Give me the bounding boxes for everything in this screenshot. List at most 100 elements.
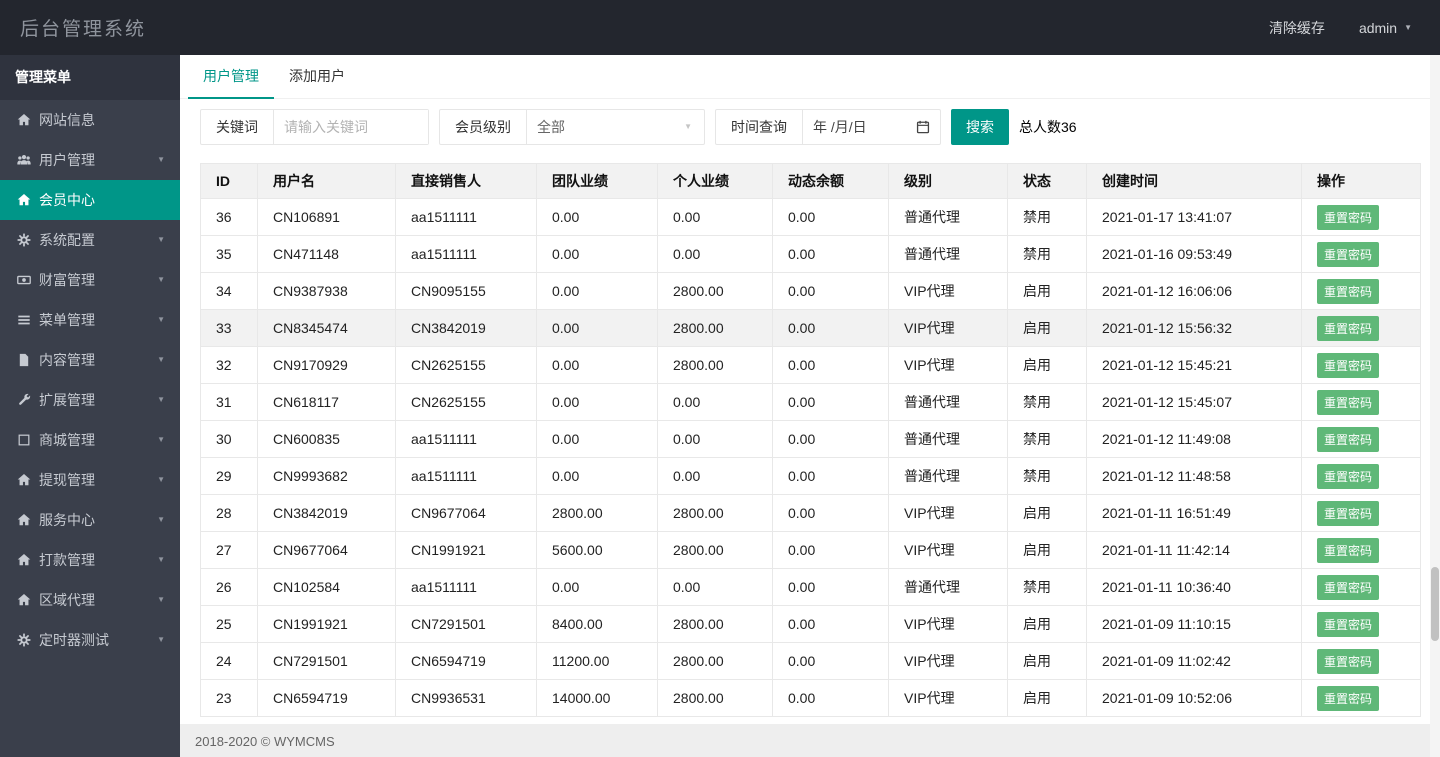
reset-password-button[interactable]: 重置密码 bbox=[1317, 278, 1380, 304]
user-menu[interactable]: admin ▼ bbox=[1359, 20, 1412, 36]
keyword-input[interactable] bbox=[273, 110, 428, 144]
sidebar-item-wealth-management[interactable]: 财富管理 ▼ bbox=[0, 260, 180, 300]
cell-username: CN600835 bbox=[257, 420, 396, 458]
sidebar-item-mall-management[interactable]: 商城管理 ▼ bbox=[0, 420, 180, 460]
cell-status: 启用 bbox=[1007, 346, 1087, 384]
cell-id: 27 bbox=[200, 531, 258, 569]
reset-password-button[interactable]: 重置密码 bbox=[1317, 648, 1380, 674]
keyword-label: 关键词 bbox=[216, 119, 258, 135]
search-button[interactable]: 搜索 bbox=[951, 109, 1009, 145]
cell-dynamic-balance: 0.00 bbox=[772, 272, 889, 310]
sidebar-item-timer-test[interactable]: 定时器测试 ▼ bbox=[0, 620, 180, 660]
reset-password-button[interactable]: 重置密码 bbox=[1317, 204, 1380, 230]
cell-created: 2021-01-12 15:45:07 bbox=[1086, 383, 1302, 421]
cell-direct-seller: aa1511111 bbox=[395, 235, 537, 273]
table-row: 25 CN1991921 CN7291501 8400.00 2800.00 0.00 VI… bbox=[200, 605, 1421, 643]
cell-direct-seller: CN2625155 bbox=[395, 383, 537, 421]
sidebar-item-member-center[interactable]: 会员中心 bbox=[0, 180, 180, 220]
cell-username: CN9677064 bbox=[257, 531, 396, 569]
reset-password-button[interactable]: 重置密码 bbox=[1317, 574, 1380, 600]
cell-team-perf: 5600.00 bbox=[536, 531, 658, 569]
clear-cache-button[interactable]: 清除缓存 bbox=[1269, 18, 1325, 38]
cell-level: VIP代理 bbox=[888, 309, 1008, 347]
scrollbar-thumb[interactable] bbox=[1431, 567, 1439, 641]
cell-personal-perf: 0.00 bbox=[657, 383, 773, 421]
sidebar-item-label: 会员中心 bbox=[39, 192, 95, 208]
sidebar-item-label: 服务中心 bbox=[39, 512, 95, 528]
reset-password-button[interactable]: 重置密码 bbox=[1317, 611, 1380, 637]
sidebar-item-menu-management[interactable]: 菜单管理 ▼ bbox=[0, 300, 180, 340]
sidebar-item-system-config[interactable]: 系统配置 ▼ bbox=[0, 220, 180, 260]
chevron-down-icon: ▼ bbox=[157, 595, 165, 604]
column-header: 用户名 bbox=[257, 163, 396, 199]
member-level-select[interactable]: 全部 ▼ bbox=[526, 110, 704, 144]
table-row: 35 CN471148 aa1511111 0.00 0.00 0.00 普通代理 禁用 202… bbox=[200, 235, 1421, 273]
home-icon bbox=[15, 593, 32, 608]
cell-actions: 重置密码 bbox=[1301, 642, 1421, 680]
total-count-label: 总人数36 bbox=[1019, 119, 1077, 135]
reset-password-button[interactable]: 重置密码 bbox=[1317, 685, 1380, 711]
table-header-row: ID 用户名 直接销售人 团队业绩 个人业绩 动态余额 级别 状态 创建时间 操作 bbox=[200, 163, 1421, 199]
tab-user-management[interactable]: 用户管理 bbox=[188, 55, 274, 99]
sidebar-item-extension-management[interactable]: 扩展管理 ▼ bbox=[0, 380, 180, 420]
date-input[interactable]: 年 /月/日 bbox=[802, 110, 940, 144]
cell-personal-perf: 2800.00 bbox=[657, 642, 773, 680]
sidebar-item-label: 财富管理 bbox=[39, 272, 95, 288]
sidebar-item-label: 定时器测试 bbox=[39, 632, 109, 648]
cell-team-perf: 8400.00 bbox=[536, 605, 658, 643]
reset-password-button[interactable]: 重置密码 bbox=[1317, 352, 1380, 378]
cell-actions: 重置密码 bbox=[1301, 198, 1421, 236]
sidebar-item-content-management[interactable]: 内容管理 ▼ bbox=[0, 340, 180, 380]
cell-username: CN102584 bbox=[257, 568, 396, 606]
cell-direct-seller: aa1511111 bbox=[395, 198, 537, 236]
tab-bar: 用户管理 添加用户 bbox=[180, 55, 1440, 99]
users-table: ID 用户名 直接销售人 团队业绩 个人业绩 动态余额 级别 状态 创建时间 操作 36 CN106… bbox=[200, 163, 1421, 717]
keyword-filter-group: 关键词 bbox=[200, 109, 429, 145]
cell-direct-seller: aa1511111 bbox=[395, 457, 537, 495]
cell-dynamic-balance: 0.00 bbox=[772, 309, 889, 347]
cell-team-perf: 0.00 bbox=[536, 272, 658, 310]
reset-password-button[interactable]: 重置密码 bbox=[1317, 463, 1380, 489]
sidebar-item-site-info[interactable]: 网站信息 bbox=[0, 100, 180, 140]
cell-level: VIP代理 bbox=[888, 531, 1008, 569]
cell-personal-perf: 2800.00 bbox=[657, 605, 773, 643]
level-filter-group: 会员级别 全部 ▼ bbox=[439, 109, 705, 145]
sidebar-item-withdrawal-management[interactable]: 提现管理 ▼ bbox=[0, 460, 180, 500]
sidebar-item-user-management[interactable]: 用户管理 ▼ bbox=[0, 140, 180, 180]
gears-icon bbox=[15, 633, 32, 648]
reset-password-button[interactable]: 重置密码 bbox=[1317, 500, 1380, 526]
cell-id: 23 bbox=[200, 679, 258, 717]
cell-username: CN9170929 bbox=[257, 346, 396, 384]
table-row: 33 CN8345474 CN3842019 0.00 2800.00 0.00 VIP代理… bbox=[200, 309, 1421, 347]
box-icon bbox=[15, 433, 32, 448]
cell-direct-seller: CN7291501 bbox=[395, 605, 537, 643]
cell-direct-seller: aa1511111 bbox=[395, 568, 537, 606]
cell-team-perf: 14000.00 bbox=[536, 679, 658, 717]
table-row: 36 CN106891 aa1511111 0.00 0.00 0.00 普通代理 禁用 202… bbox=[200, 198, 1421, 236]
scrollbar-track[interactable] bbox=[1430, 55, 1440, 757]
cell-level: 普通代理 bbox=[888, 235, 1008, 273]
cell-created: 2021-01-09 11:10:15 bbox=[1086, 605, 1302, 643]
cell-actions: 重置密码 bbox=[1301, 346, 1421, 384]
sidebar-item-payment-management[interactable]: 打款管理 ▼ bbox=[0, 540, 180, 580]
reset-password-button[interactable]: 重置密码 bbox=[1317, 315, 1380, 341]
sidebar-item-service-center[interactable]: 服务中心 ▼ bbox=[0, 500, 180, 540]
cell-dynamic-balance: 0.00 bbox=[772, 494, 889, 532]
tab-add-user[interactable]: 添加用户 bbox=[274, 55, 360, 99]
reset-password-button[interactable]: 重置密码 bbox=[1317, 537, 1380, 563]
calendar-icon[interactable] bbox=[916, 120, 930, 134]
cell-id: 35 bbox=[200, 235, 258, 273]
gears-icon bbox=[15, 233, 32, 248]
reset-password-button[interactable]: 重置密码 bbox=[1317, 241, 1380, 267]
users-table-wrap: ID 用户名 直接销售人 团队业绩 个人业绩 动态余额 级别 状态 创建时间 操作 36 CN106… bbox=[200, 163, 1421, 717]
chevron-down-icon: ▼ bbox=[157, 235, 165, 244]
cell-actions: 重置密码 bbox=[1301, 531, 1421, 569]
reset-password-button[interactable]: 重置密码 bbox=[1317, 389, 1380, 415]
cell-id: 33 bbox=[200, 309, 258, 347]
cell-team-perf: 2800.00 bbox=[536, 494, 658, 532]
cell-created: 2021-01-12 15:45:21 bbox=[1086, 346, 1302, 384]
reset-password-button[interactable]: 重置密码 bbox=[1317, 426, 1380, 452]
sidebar-item-regional-agent[interactable]: 区域代理 ▼ bbox=[0, 580, 180, 620]
column-header: 直接销售人 bbox=[395, 163, 537, 199]
cell-id: 29 bbox=[200, 457, 258, 495]
